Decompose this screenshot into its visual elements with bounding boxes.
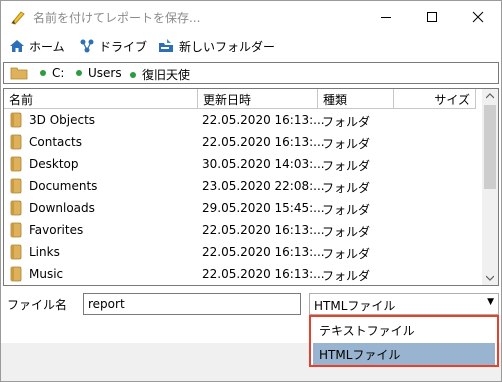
file-date: 22.05.2020 16:13:... (202, 267, 325, 281)
list-item[interactable]: Desktop 30.05.2020 14:03:... フォルダ (4, 153, 482, 175)
toolbar: ホーム ドライブ 新しいフォルダー (1, 34, 501, 58)
column-header-size[interactable]: サイズ (394, 89, 476, 109)
filetype-dropdown: テキストファイル HTMLファイル (309, 315, 499, 367)
file-type: フォルダ (322, 159, 371, 173)
network-drive-icon (80, 39, 94, 53)
scroll-up-icon[interactable] (486, 93, 494, 99)
breadcrumb[interactable]: C: Users 復旧天使 (3, 62, 499, 84)
file-name: Favorites (29, 223, 84, 237)
list-item[interactable]: Music 22.05.2020 16:13:... フォルダ (4, 263, 482, 285)
breadcrumb-dot-icon (76, 70, 82, 76)
new-folder-button[interactable]: 新しいフォルダー (157, 37, 275, 55)
file-name: 3D Objects (29, 113, 96, 127)
new-folder-icon (159, 39, 173, 52)
breadcrumb-label: 復旧天使 (142, 68, 191, 82)
filetype-option-html[interactable]: HTMLファイル (313, 343, 495, 365)
scroll-down-icon[interactable] (486, 275, 494, 281)
file-list[interactable]: 名前 更新日時 種類 サイズ 3D Objects 22.05.2020 16:… (3, 88, 499, 286)
folder-icon (10, 112, 22, 128)
title-bar: 名前を付けてレポートを保存... (1, 1, 501, 33)
folder-icon (10, 178, 22, 194)
file-date: 29.05.2020 15:45:... (202, 201, 325, 215)
home-label: ホーム (29, 39, 65, 54)
breadcrumb-item-c[interactable]: C: (40, 66, 64, 80)
close-button[interactable] (455, 1, 501, 33)
maximize-icon (427, 12, 437, 22)
breadcrumb-dot-icon (40, 70, 46, 76)
home-icon (10, 40, 24, 52)
file-name: Downloads (29, 201, 95, 215)
folder-icon (10, 156, 22, 172)
folder-icon (10, 134, 22, 150)
column-header-type[interactable]: 種類 (318, 89, 394, 109)
file-rows: 3D Objects 22.05.2020 16:13:... フォルダ Con… (4, 109, 482, 285)
folder-icon (10, 200, 22, 216)
scrollbar-thumb[interactable] (484, 105, 496, 189)
filetype-option-text[interactable]: テキストファイル (313, 319, 495, 341)
chevron-down-icon: ▼ (487, 297, 494, 307)
new-folder-label: 新しいフォルダー (179, 39, 276, 54)
filetype-selected: HTMLファイル (314, 299, 396, 313)
filename-label: ファイル名 (7, 298, 68, 312)
vertical-scrollbar[interactable] (482, 89, 498, 285)
maximize-button[interactable] (409, 1, 455, 33)
pen-icon (11, 11, 25, 25)
list-item[interactable]: 3D Objects 22.05.2020 16:13:... フォルダ (4, 109, 482, 131)
minimize-icon (381, 17, 391, 18)
column-header-date[interactable]: 更新日時 (198, 89, 318, 109)
list-item[interactable]: Contacts 22.05.2020 16:13:... フォルダ (4, 131, 482, 153)
file-date: 23.05.2020 22:08:... (202, 179, 325, 193)
home-button[interactable]: ホーム (9, 37, 65, 55)
file-date: 30.05.2020 14:03:... (202, 157, 325, 171)
folder-icon (10, 67, 28, 80)
filetype-select[interactable]: HTMLファイル ▼ (309, 293, 499, 315)
close-icon (472, 11, 484, 23)
file-type: フォルダ (322, 203, 371, 217)
file-type: フォルダ (322, 181, 371, 195)
drive-button[interactable]: ドライブ (79, 37, 147, 55)
file-name: Contacts (29, 135, 82, 149)
file-date: 22.05.2020 16:13:... (202, 113, 325, 127)
list-item[interactable]: Downloads 29.05.2020 15:45:... フォルダ (4, 197, 482, 219)
minimize-button[interactable] (363, 1, 409, 33)
folder-icon (10, 244, 22, 260)
file-date: 22.05.2020 16:13:... (202, 223, 325, 237)
drive-label: ドライブ (99, 39, 148, 54)
list-item[interactable]: Favorites 22.05.2020 16:13:... フォルダ (4, 219, 482, 241)
file-type: フォルダ (322, 115, 371, 129)
column-header-name[interactable]: 名前 (4, 89, 198, 109)
breadcrumb-label: C: (52, 66, 65, 80)
file-type: フォルダ (322, 137, 371, 151)
file-type: フォルダ (322, 247, 371, 261)
file-name: Music (29, 267, 64, 281)
file-date: 22.05.2020 16:13:... (202, 245, 325, 259)
file-list-header: 名前 更新日時 種類 サイズ (4, 89, 482, 109)
file-name: Links (29, 245, 60, 259)
file-date: 22.05.2020 16:13:... (202, 135, 325, 149)
folder-icon (10, 266, 22, 282)
file-name: Desktop (29, 157, 79, 171)
breadcrumb-item-users[interactable]: Users (76, 66, 122, 80)
breadcrumb-label: Users (88, 66, 122, 80)
filename-input[interactable]: report (83, 293, 301, 315)
save-dialog: 名前を付けてレポートを保存... ホーム ドライブ 新しいフォルダー C: Us… (0, 0, 502, 382)
file-name: Documents (29, 179, 98, 193)
file-type: フォルダ (322, 269, 371, 283)
folder-icon (10, 222, 22, 238)
list-item[interactable]: Documents 23.05.2020 22:08:... フォルダ (4, 175, 482, 197)
breadcrumb-item-user[interactable]: 復旧天使 (130, 66, 190, 83)
list-item[interactable]: Links 22.05.2020 16:13:... フォルダ (4, 241, 482, 263)
breadcrumb-dot-icon (130, 71, 136, 78)
window-title: 名前を付けてレポートを保存... (33, 11, 201, 25)
file-type: フォルダ (322, 225, 371, 239)
